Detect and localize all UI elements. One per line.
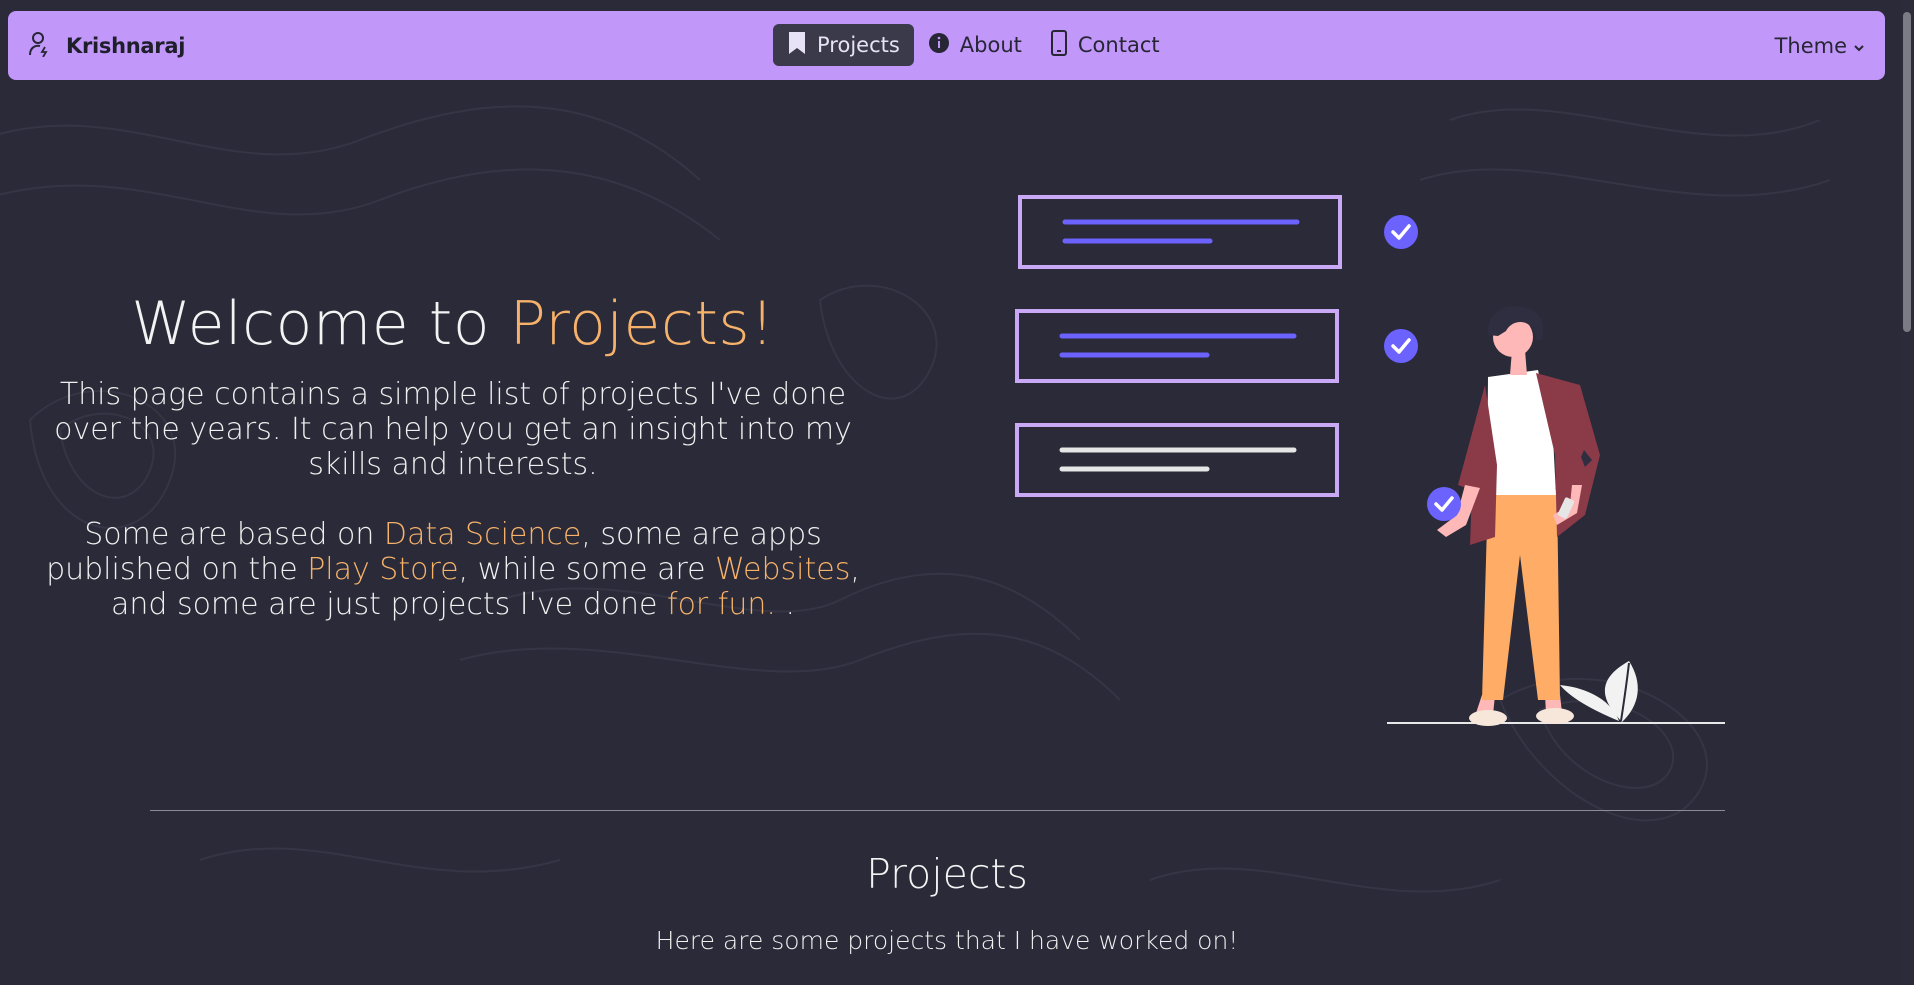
brand-name: Krishnaraj — [66, 33, 186, 58]
vertical-scrollbar[interactable] — [1900, 0, 1914, 985]
checklist-card-1 — [1018, 195, 1342, 269]
hero-categories: Some are based on Data Science, some are… — [40, 517, 866, 622]
check-icon — [1384, 215, 1418, 249]
link-play-store[interactable]: Play Store — [307, 552, 458, 587]
link-for-fun[interactable]: for fun. — [667, 587, 776, 622]
checklist-card-3 — [1015, 423, 1339, 497]
categories-text-5: . — [775, 587, 796, 622]
hero-title-prefix: Welcome to — [131, 289, 510, 359]
top-navbar: Krishnaraj Projects About Contact Theme — [8, 11, 1885, 80]
nav-contact-label: Contact — [1077, 33, 1160, 57]
brand[interactable]: Krishnaraj — [28, 11, 185, 80]
categories-text-3: , while some are — [458, 552, 716, 587]
nav-links: Projects About Contact — [773, 24, 1174, 66]
check-icon — [1427, 487, 1461, 521]
link-data-science[interactable]: Data Science — [384, 517, 581, 552]
user-icon — [28, 31, 50, 61]
categories-text-1: Some are based on — [84, 517, 384, 552]
checklist-card-2 — [1015, 309, 1339, 383]
nav-contact[interactable]: Contact — [1036, 24, 1174, 66]
scrollbar-thumb[interactable] — [1903, 12, 1911, 332]
info-icon — [928, 32, 950, 59]
link-websites[interactable]: Websites — [715, 552, 850, 587]
phone-icon — [1050, 29, 1068, 61]
nav-projects-label: Projects — [817, 33, 900, 57]
checklist-illustration — [1015, 195, 1725, 726]
person-figure — [1437, 306, 1600, 726]
nav-about[interactable]: About — [914, 24, 1036, 66]
projects-section-subtitle: Here are some projects that I have worke… — [655, 926, 1239, 955]
chevron-down-icon — [1853, 34, 1865, 58]
hero-title-accent: Projects! — [509, 289, 775, 359]
nav-projects[interactable]: Projects — [773, 24, 914, 66]
theme-dropdown[interactable]: Theme — [1775, 11, 1865, 80]
theme-label: Theme — [1774, 33, 1847, 58]
hero-text: Welcome to Projects! This page contains … — [40, 285, 866, 622]
check-icon — [1384, 329, 1418, 363]
hero-title: Welcome to Projects! — [40, 285, 866, 363]
bookmark-icon — [787, 31, 807, 60]
section-divider — [150, 810, 1725, 811]
hero-intro: This page contains a simple list of proj… — [54, 377, 852, 482]
nav-about-label: About — [959, 33, 1022, 57]
projects-section-title: Projects — [866, 850, 1028, 898]
